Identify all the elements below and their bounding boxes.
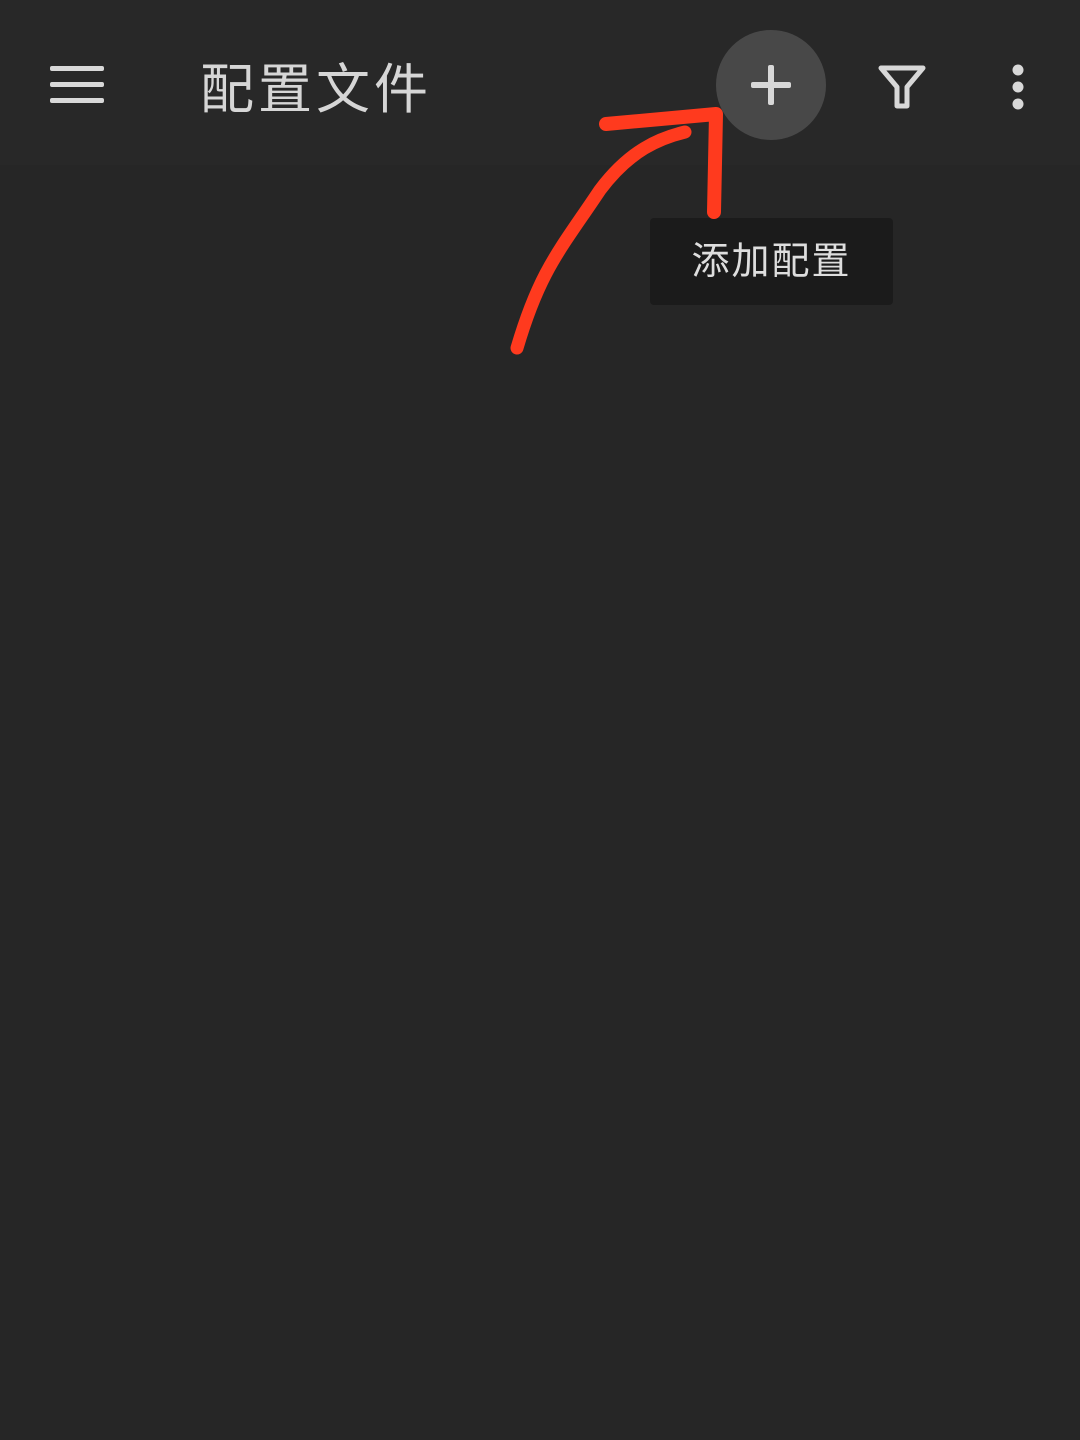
app-bar: 配置文件 xyxy=(0,0,1080,165)
red-arrow-annotation xyxy=(510,107,723,355)
page-title: 配置文件 xyxy=(200,58,432,121)
more-vert-icon xyxy=(1012,64,1024,110)
filter-icon xyxy=(878,65,926,109)
menu-icon xyxy=(50,66,104,103)
add-config-tooltip: 添加配置 xyxy=(650,218,893,305)
menu-button[interactable] xyxy=(30,40,124,130)
filter-button[interactable] xyxy=(860,45,944,129)
overflow-menu-button[interactable] xyxy=(990,45,1046,129)
add-config-button[interactable] xyxy=(716,30,826,140)
plus-icon xyxy=(751,65,791,105)
